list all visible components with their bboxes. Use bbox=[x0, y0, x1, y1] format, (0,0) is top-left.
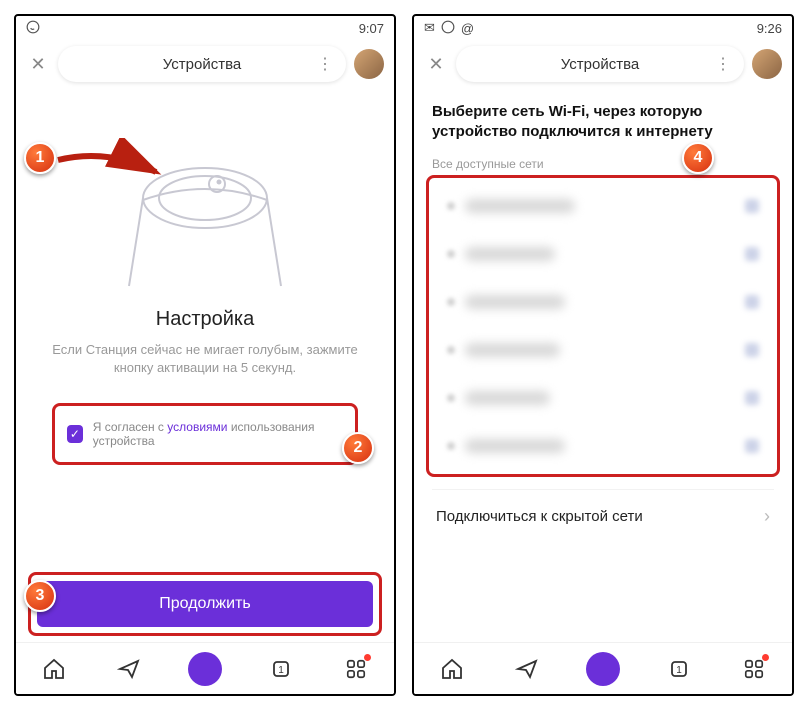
terms-link[interactable]: условиями bbox=[167, 420, 227, 434]
nav-services-icon[interactable] bbox=[339, 652, 373, 686]
nav-tabs-icon[interactable]: 1 bbox=[264, 652, 298, 686]
status-time: 9:26 bbox=[757, 21, 782, 36]
svg-text:1: 1 bbox=[278, 665, 284, 676]
nav-alice-icon[interactable] bbox=[586, 652, 620, 686]
nav-send-icon[interactable] bbox=[112, 652, 146, 686]
header: ✕ Устройства ⋮ bbox=[16, 40, 394, 88]
at-icon: @ bbox=[461, 21, 474, 36]
status-bar: ✉ @ 9:26 bbox=[414, 16, 792, 40]
wifi-signal-icon bbox=[745, 439, 759, 453]
whatsapp-icon bbox=[26, 20, 40, 37]
wifi-heading: Выберите сеть Wi-Fi, через которую устро… bbox=[432, 102, 774, 143]
network-row[interactable] bbox=[429, 182, 777, 230]
nav-send-icon[interactable] bbox=[510, 652, 544, 686]
network-row[interactable] bbox=[429, 230, 777, 278]
wifi-signal-icon bbox=[745, 199, 759, 213]
agree-text: Я согласен с условиями использования уст… bbox=[93, 420, 343, 448]
wifi-signal-icon bbox=[745, 391, 759, 405]
nav-home-icon[interactable] bbox=[37, 652, 71, 686]
network-row[interactable] bbox=[429, 326, 777, 374]
annotation-marker-1: 1 bbox=[24, 142, 56, 174]
status-time: 9:07 bbox=[359, 21, 384, 36]
whatsapp-icon bbox=[441, 20, 455, 37]
network-row[interactable] bbox=[429, 422, 777, 470]
networks-label: Все доступные сети bbox=[432, 157, 774, 171]
nav-services-icon[interactable] bbox=[737, 652, 771, 686]
annotation-marker-3: 3 bbox=[24, 580, 56, 612]
agree-row[interactable]: ✓ Я согласен с условиями использования у… bbox=[52, 403, 358, 465]
network-row[interactable] bbox=[429, 278, 777, 326]
hidden-network-label: Подключиться к скрытой сети bbox=[436, 508, 643, 525]
close-icon[interactable]: ✕ bbox=[424, 52, 448, 76]
svg-text:1: 1 bbox=[676, 665, 682, 676]
avatar[interactable] bbox=[354, 49, 384, 79]
header: ✕ Устройства ⋮ bbox=[414, 40, 792, 88]
setup-subtitle: Если Станция сейчас не мигает голубым, з… bbox=[40, 341, 370, 377]
annotation-marker-2: 2 bbox=[342, 432, 374, 464]
networks-list bbox=[426, 175, 780, 477]
agree-checkbox[interactable]: ✓ bbox=[67, 425, 83, 443]
wifi-signal-icon bbox=[745, 343, 759, 357]
wifi-content: Выберите сеть Wi-Fi, через которую устро… bbox=[414, 88, 792, 543]
mail-icon: ✉ bbox=[424, 20, 435, 36]
wifi-signal-icon bbox=[745, 247, 759, 261]
nav-home-icon[interactable] bbox=[435, 652, 469, 686]
wifi-signal-icon bbox=[745, 295, 759, 309]
status-bar: 9:07 bbox=[16, 16, 394, 40]
annotation-marker-4: 4 bbox=[682, 142, 714, 174]
chevron-right-icon: › bbox=[764, 506, 770, 527]
close-icon[interactable]: ✕ bbox=[26, 52, 50, 76]
header-title: Устройства bbox=[561, 56, 639, 73]
header-title-pill[interactable]: Устройства ⋮ bbox=[456, 46, 744, 82]
bottom-nav: 1 bbox=[414, 642, 792, 694]
setup-title: Настройка bbox=[40, 308, 370, 331]
hidden-network-row[interactable]: Подключиться к скрытой сети › bbox=[432, 489, 774, 543]
notification-dot-icon bbox=[762, 654, 769, 661]
bottom-nav: 1 bbox=[16, 642, 394, 694]
nav-tabs-icon[interactable]: 1 bbox=[662, 652, 696, 686]
continue-wrap: Продолжить bbox=[28, 572, 382, 636]
more-icon[interactable]: ⋮ bbox=[317, 54, 334, 74]
screen-setup: 9:07 ✕ Устройства ⋮ Настройка Если Станц… bbox=[14, 14, 396, 696]
avatar[interactable] bbox=[752, 49, 782, 79]
annotation-arrow bbox=[48, 138, 168, 198]
header-title: Устройства bbox=[163, 56, 241, 73]
more-icon[interactable]: ⋮ bbox=[715, 54, 732, 74]
continue-button[interactable]: Продолжить bbox=[37, 581, 373, 627]
header-title-pill[interactable]: Устройства ⋮ bbox=[58, 46, 346, 82]
screen-wifi: ✉ @ 9:26 ✕ Устройства ⋮ Выберите сеть Wi… bbox=[412, 14, 794, 696]
network-row[interactable] bbox=[429, 374, 777, 422]
nav-alice-icon[interactable] bbox=[188, 652, 222, 686]
notification-dot-icon bbox=[364, 654, 371, 661]
